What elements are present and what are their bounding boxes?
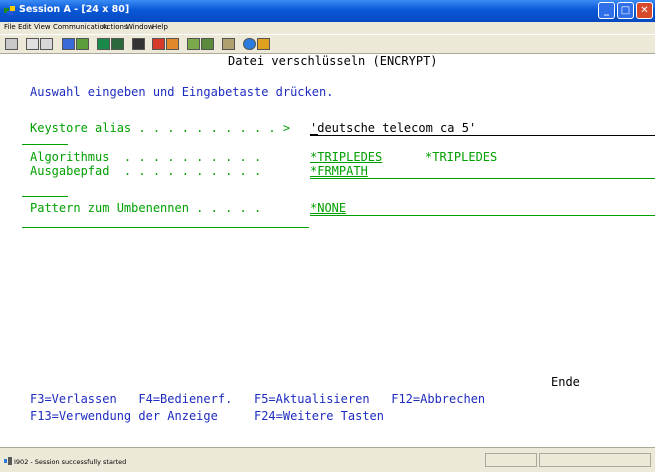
- screen-title: Datei verschlüsseln (ENCRYPT): [228, 54, 438, 68]
- text-cursor: [310, 134, 318, 136]
- instruction-text: Auswahl eingeben und Eingabetaste drücke…: [30, 85, 334, 99]
- terminal-screen[interactable]: Datei verschlüsseln (ENCRYPT) Auswahl ei…: [0, 54, 655, 447]
- keyboard-icon[interactable]: [187, 38, 200, 50]
- menu-view[interactable]: View: [34, 23, 51, 31]
- separator-line: [22, 144, 68, 145]
- separator-line: [22, 196, 68, 197]
- keystore-label: Keystore alias . . . . . . . . . . >: [30, 121, 291, 135]
- paste-icon[interactable]: [40, 38, 53, 50]
- pattern-label: Pattern zum Umbenennen . . . . .: [30, 201, 262, 215]
- clipboard-icon[interactable]: [222, 38, 235, 50]
- algorithm-default: *TRIPLEDES: [425, 150, 498, 164]
- copy-icon[interactable]: [26, 38, 39, 50]
- more-indicator: Ende: [551, 375, 580, 389]
- print-icon[interactable]: [5, 38, 18, 50]
- status-pane: [485, 453, 537, 467]
- menu-help[interactable]: Help: [152, 23, 168, 31]
- globe-icon[interactable]: [243, 38, 256, 50]
- menu-communication[interactable]: Communication: [53, 23, 108, 31]
- display-icon[interactable]: [97, 38, 110, 50]
- macro-icon[interactable]: [132, 38, 145, 50]
- menu-file[interactable]: File: [4, 23, 16, 31]
- toolbar: [0, 34, 655, 54]
- keystore-input[interactable]: 'deutsche telecom ca 5': [310, 121, 476, 135]
- edit-icon[interactable]: [257, 38, 270, 50]
- maximize-button[interactable]: □: [617, 2, 634, 19]
- status-bar: I902 - Session successfully started: [0, 447, 655, 472]
- receive-icon[interactable]: [76, 38, 89, 50]
- function-keys-line1: F3=Verlassen F4=Bedienerf. F5=Aktualisie…: [30, 392, 486, 406]
- stop-icon[interactable]: [166, 38, 179, 50]
- title-bar: Session A - [24 x 80] _ □ ✕: [0, 0, 655, 22]
- window-title: Session A - [24 x 80]: [19, 4, 130, 15]
- menu-actions[interactable]: Actions: [102, 23, 128, 31]
- connection-icon: [4, 457, 12, 465]
- pattern-input[interactable]: *NONE: [310, 201, 346, 215]
- function-keys-line2: F13=Verwendung der Anzeige F24=Weitere T…: [30, 409, 385, 423]
- separator-line: [22, 227, 309, 228]
- minimize-button[interactable]: _: [598, 2, 615, 19]
- status-pane: [539, 453, 651, 467]
- close-button[interactable]: ✕: [636, 2, 653, 19]
- menu-edit[interactable]: Edit: [18, 23, 32, 31]
- algorithm-input[interactable]: *TRIPLEDES: [310, 150, 382, 164]
- session-icon: [4, 6, 15, 15]
- display2-icon[interactable]: [111, 38, 124, 50]
- output-path-label: Ausgabepfad . . . . . . . . . .: [30, 164, 262, 178]
- record-icon[interactable]: [152, 38, 165, 50]
- menu-window[interactable]: Window: [126, 23, 154, 31]
- send-icon[interactable]: [62, 38, 75, 50]
- keyboard2-icon[interactable]: [201, 38, 214, 50]
- pattern-underline: [310, 215, 655, 216]
- output-path-input[interactable]: *FRMPATH: [310, 164, 368, 178]
- menu-bar: File Edit View Communication Actions Win…: [0, 22, 655, 34]
- output-path-underline: [310, 178, 655, 179]
- algorithm-label: Algorithmus . . . . . . . . . .: [30, 150, 262, 164]
- keystore-underline: [310, 135, 655, 136]
- status-message: I902 - Session successfully started: [14, 458, 127, 466]
